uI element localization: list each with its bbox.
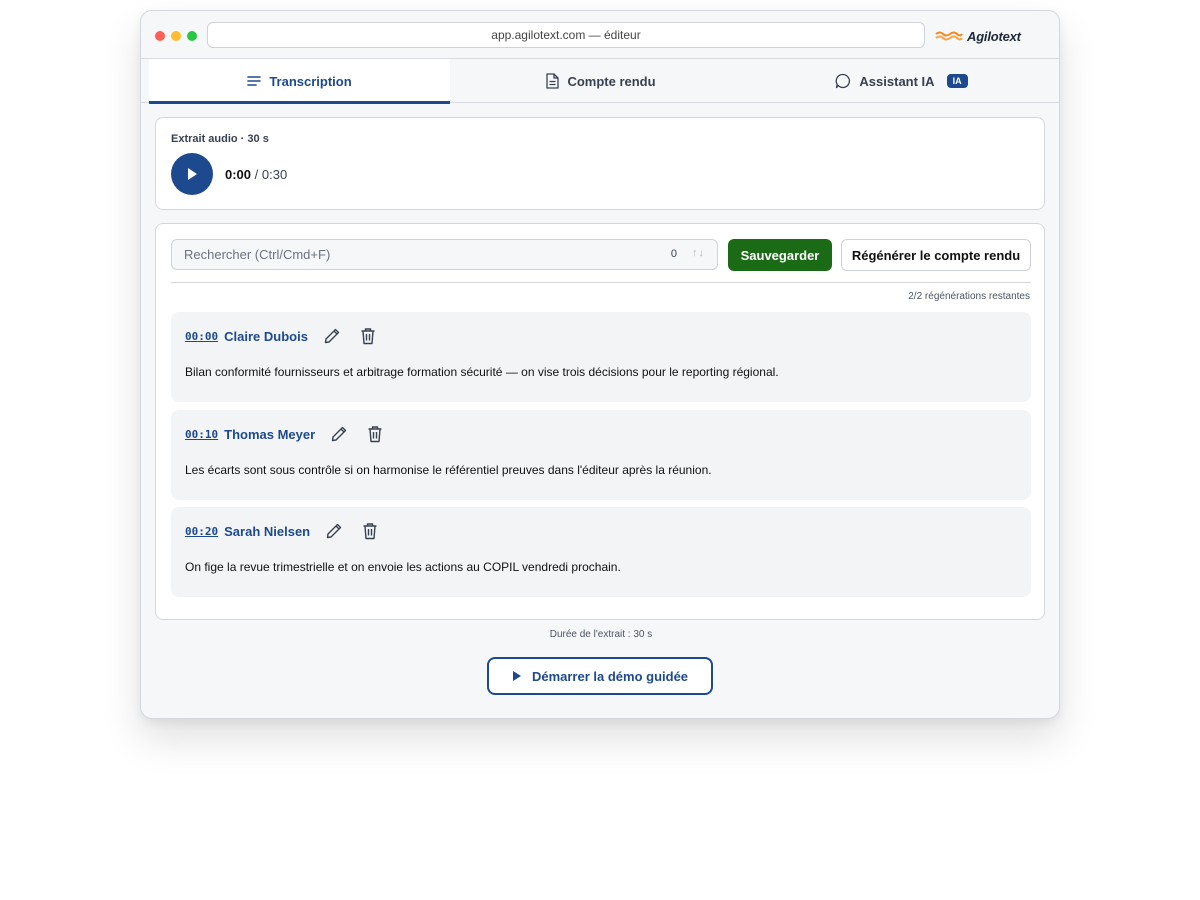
play-icon xyxy=(188,168,197,180)
chat-bubble-icon xyxy=(836,73,851,89)
current-time: 0:00 xyxy=(225,167,252,182)
tab-bar: Transcription Compte rendu Assistant IA … xyxy=(141,59,1059,104)
brand-logo: Agilotext xyxy=(935,27,1021,45)
tab-label: Transcription xyxy=(269,73,352,89)
search-result-count: 0 xyxy=(670,248,677,260)
segment-header: 00:00 Claire Dubois xyxy=(185,326,392,346)
brand-name: Agilotext xyxy=(967,28,1021,44)
segment-timestamp[interactable]: 00:10 xyxy=(185,428,218,441)
save-button[interactable]: Sauvegarder xyxy=(728,239,832,271)
browser-window: app.agilotext.com — éditeur Agilotext Tr… xyxy=(140,10,1060,719)
toolbar-divider xyxy=(171,282,1031,283)
transcript-segment: 00:10 Thomas Meyer Les écarts sont sous … xyxy=(171,410,1031,500)
segment-header: 00:20 Sarah Nielsen xyxy=(185,521,394,541)
segment-text[interactable]: On fige la revue trimestrielle et on env… xyxy=(185,560,621,574)
tab-label: Compte rendu xyxy=(567,73,656,89)
tab-compte-rendu[interactable]: Compte rendu xyxy=(450,59,751,103)
transcript-segment: 00:20 Sarah Nielsen On fige la revue tri… xyxy=(171,507,1031,597)
lines-icon xyxy=(247,76,262,86)
edit-speaker-button[interactable] xyxy=(322,519,346,543)
minimize-window-button[interactable] xyxy=(171,31,181,41)
trash-icon xyxy=(368,426,382,443)
total-time: 0:30 xyxy=(261,167,288,182)
speaker-name[interactable]: Thomas Meyer xyxy=(224,427,315,442)
close-window-button[interactable] xyxy=(155,31,165,41)
tab-assistant-ia[interactable]: Assistant IA IA xyxy=(751,59,1052,103)
delete-segment-button[interactable] xyxy=(363,422,387,446)
speaker-name[interactable]: Claire Dubois xyxy=(224,329,308,344)
time-separator: / xyxy=(254,167,259,182)
edit-speaker-button[interactable] xyxy=(320,324,344,348)
ia-badge: IA xyxy=(946,74,968,88)
title-bar: app.agilotext.com — éditeur Agilotext xyxy=(141,11,1059,59)
delete-segment-button[interactable] xyxy=(356,324,380,348)
extract-duration: Durée de l'extrait : 30 s xyxy=(549,629,653,640)
start-guided-demo-button[interactable]: Démarrer la démo guidée xyxy=(487,657,713,695)
demo-button-label: Démarrer la démo guidée xyxy=(531,668,689,684)
search-nav-arrows[interactable]: ↑↓ xyxy=(692,247,705,259)
tab-transcription[interactable]: Transcription xyxy=(149,59,450,104)
segment-timestamp[interactable]: 00:20 xyxy=(185,525,218,538)
agilotext-wave-icon xyxy=(935,31,963,41)
edit-speaker-button[interactable] xyxy=(327,422,351,446)
play-button[interactable] xyxy=(171,153,213,195)
search-input[interactable] xyxy=(172,240,652,269)
tab-label: Assistant IA xyxy=(859,73,935,89)
transcript-editor-card: 0 ↑↓ Sauvegarder Régénérer le compte ren… xyxy=(155,223,1045,620)
audio-time: 0:00 / 0:30 xyxy=(225,167,287,182)
audio-label: Extrait audio · 30 s xyxy=(171,133,269,145)
segment-header: 00:10 Thomas Meyer xyxy=(185,424,399,444)
delete-segment-button[interactable] xyxy=(358,519,382,543)
pencil-icon xyxy=(324,328,340,344)
search-box: 0 ↑↓ xyxy=(171,239,718,270)
pencil-icon xyxy=(331,426,347,442)
regenerate-report-button[interactable]: Régénérer le compte rendu xyxy=(841,239,1031,271)
trash-icon xyxy=(361,328,375,345)
document-icon xyxy=(546,73,560,89)
trash-icon xyxy=(363,523,377,540)
maximize-window-button[interactable] xyxy=(187,31,197,41)
transcript-segment: 00:00 Claire Dubois Bilan conformité fou… xyxy=(171,312,1031,402)
speaker-name[interactable]: Sarah Nielsen xyxy=(224,524,310,539)
segment-timestamp[interactable]: 00:00 xyxy=(185,330,218,343)
regenerations-remaining: 2/2 régénérations restantes xyxy=(908,291,1030,302)
address-bar[interactable]: app.agilotext.com — éditeur xyxy=(207,22,925,48)
segment-text[interactable]: Bilan conformité fournisseurs et arbitra… xyxy=(185,365,779,379)
segment-text[interactable]: Les écarts sont sous contrôle si on harm… xyxy=(185,463,712,477)
audio-player-card: Extrait audio · 30 s 0:00 / 0:30 xyxy=(155,117,1045,210)
play-icon xyxy=(512,671,521,681)
pencil-icon xyxy=(326,523,342,539)
